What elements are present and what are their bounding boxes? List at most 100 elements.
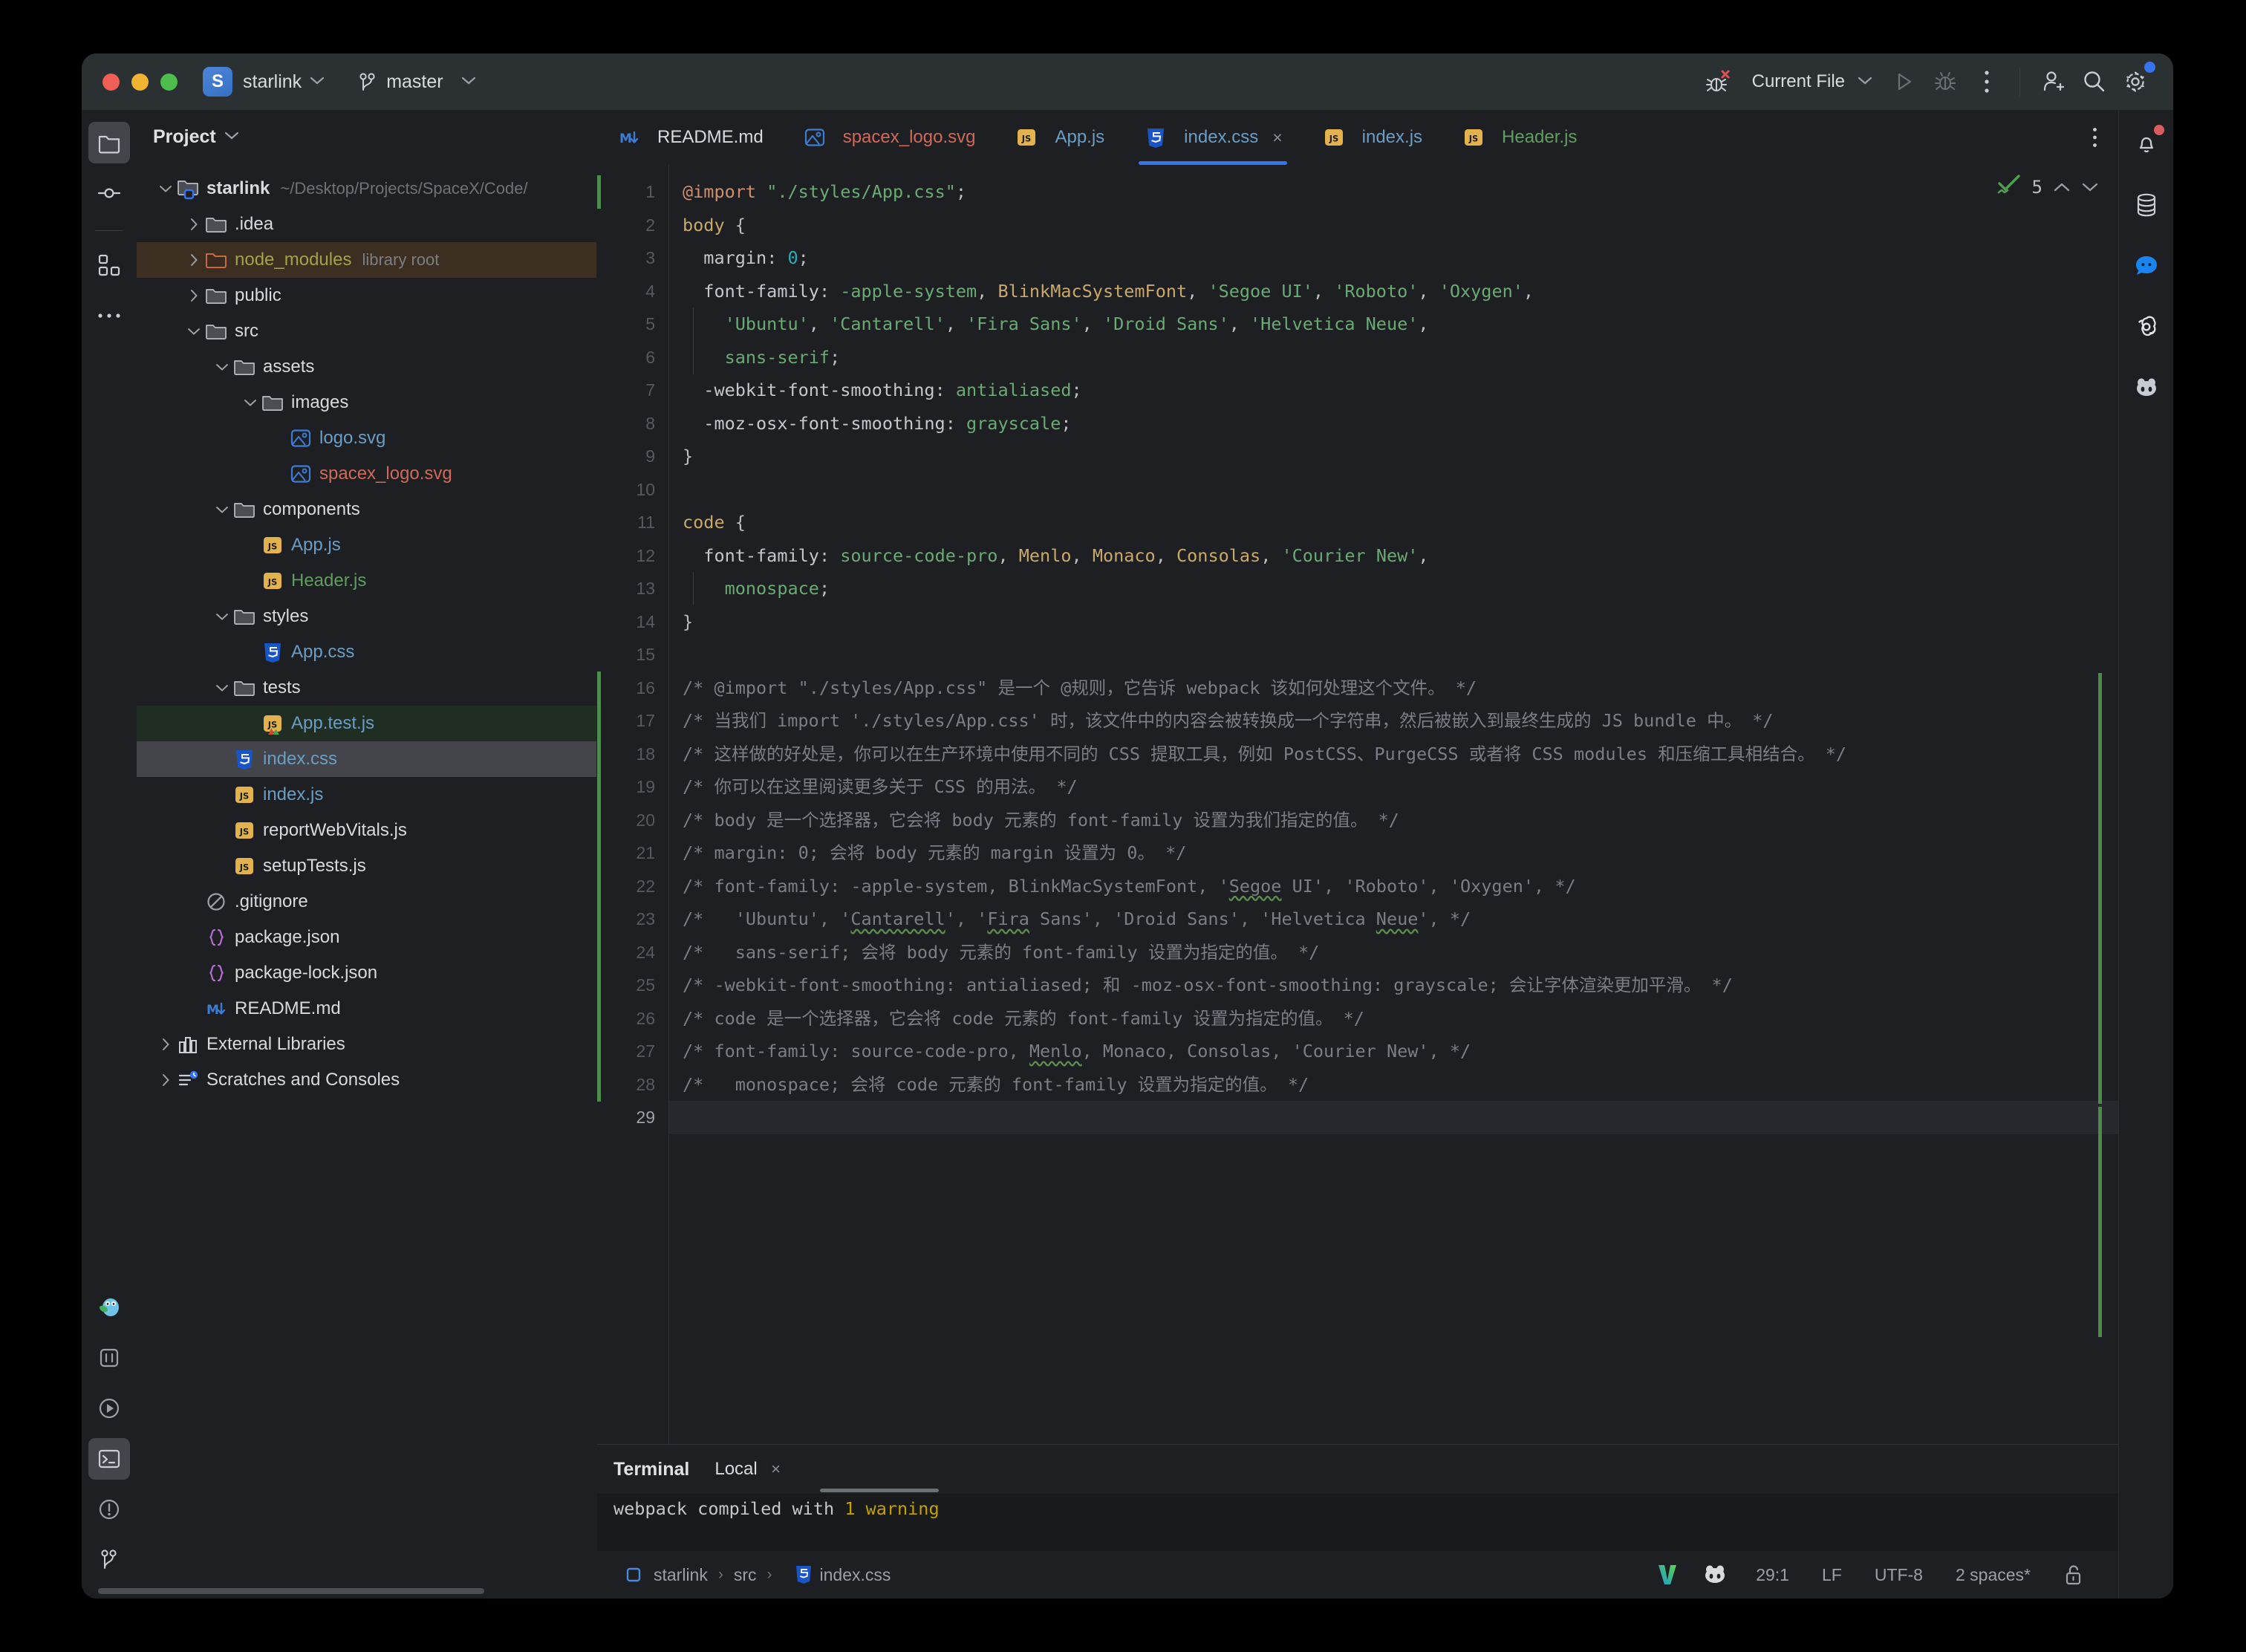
- unlocked-icon[interactable]: [2047, 1564, 2096, 1586]
- tree-item-external-libraries[interactable]: External Libraries: [137, 1027, 596, 1062]
- run-configuration-label[interactable]: Current File: [1739, 71, 1849, 92]
- code-line[interactable]: -webkit-font-smoothing: antialiased;: [669, 374, 2118, 407]
- code-line[interactable]: /* font-family: -apple-system, BlinkMacS…: [669, 870, 2118, 903]
- tree-item-setuptests-js[interactable]: JSsetupTests.js: [137, 848, 596, 884]
- tree-item--gitignore[interactable]: .gitignore: [137, 884, 596, 920]
- code-line[interactable]: [669, 1101, 2118, 1134]
- chevron-right-icon[interactable]: [156, 1073, 175, 1087]
- project-selector[interactable]: S starlink: [203, 67, 325, 97]
- vim-icon[interactable]: [1644, 1562, 1690, 1587]
- code-line[interactable]: /* 你可以在这里阅读更多关于 CSS 的用法。 */: [669, 770, 2118, 804]
- chevron-down-icon[interactable]: [156, 185, 175, 193]
- code-editor[interactable]: 5 @import "./styles/App.css";body { marg…: [668, 165, 2118, 1444]
- chevron-up-icon[interactable]: [2053, 178, 2071, 197]
- database-console-icon[interactable]: [88, 1337, 130, 1379]
- tree-item-index-js[interactable]: JSindex.js: [137, 777, 596, 813]
- editor-tab-index-css[interactable]: index.css×: [1124, 110, 1301, 165]
- more-vertical-icon[interactable]: [1966, 61, 2008, 103]
- chevron-down-icon[interactable]: [2081, 178, 2099, 197]
- tree-item-public[interactable]: public: [137, 278, 596, 313]
- chevron-right-icon[interactable]: [184, 218, 204, 231]
- code-line[interactable]: }: [669, 440, 2118, 473]
- tree-item-header-js[interactable]: JSHeader.js: [137, 563, 596, 599]
- code-line[interactable]: /* margin: 0; 会将 body 元素的 margin 设置为 0。 …: [669, 836, 2118, 870]
- code-line[interactable]: -moz-osx-font-smoothing: grayscale;: [669, 407, 2118, 440]
- notifications-icon[interactable]: [2126, 123, 2167, 165]
- stop-debug-icon[interactable]: [1697, 61, 1739, 103]
- caret-position[interactable]: 29:1: [1739, 1565, 1806, 1585]
- chevron-down-icon[interactable]: [241, 399, 260, 407]
- chevron-down-icon[interactable]: [184, 328, 204, 336]
- more-vertical-icon[interactable]: [2071, 110, 2118, 165]
- sidebar-item-commit[interactable]: [88, 172, 130, 214]
- code-line[interactable]: /* -webkit-font-smoothing: antialiased; …: [669, 969, 2118, 1002]
- minimize-window-button[interactable]: [131, 74, 149, 91]
- tree-item-src[interactable]: src: [137, 313, 596, 349]
- add-user-icon[interactable]: [2032, 61, 2074, 103]
- editor-tab-spacex-logo-svg[interactable]: spacex_logo.svg: [783, 110, 995, 165]
- code-line[interactable]: @import "./styles/App.css";: [669, 175, 2118, 209]
- code-line[interactable]: /* code 是一个选择器，它会将 code 元素的 font-family …: [669, 1002, 2118, 1035]
- copilot-icon[interactable]: [1690, 1564, 1739, 1586]
- code-line[interactable]: /* 'Ubuntu', 'Cantarell', 'Fira Sans', '…: [669, 903, 2118, 936]
- breadcrumb-item-2[interactable]: index.css: [820, 1565, 891, 1585]
- close-window-button[interactable]: [102, 74, 120, 91]
- code-line[interactable]: [669, 473, 2118, 507]
- tree-item-assets[interactable]: assets: [137, 349, 596, 385]
- line-separator[interactable]: LF: [1806, 1565, 1858, 1585]
- maximize-window-button[interactable]: [160, 74, 178, 91]
- indent-setting[interactable]: 2 spaces*: [1939, 1565, 2047, 1585]
- run-icon[interactable]: [1883, 61, 1924, 103]
- chevron-down-icon[interactable]: [212, 363, 232, 371]
- tree-item-app-js[interactable]: JSApp.js: [137, 527, 596, 563]
- breadcrumb-item-1[interactable]: src: [734, 1565, 757, 1585]
- project-file-tree[interactable]: starlink~/Desktop/Projects/SpaceX/Code/.…: [137, 163, 596, 1599]
- code-line[interactable]: code {: [669, 506, 2118, 539]
- chevron-down-icon[interactable]: [212, 506, 232, 514]
- tree-item-package-json[interactable]: package.json: [137, 920, 596, 955]
- sidebar-item-more-tools[interactable]: [88, 295, 130, 336]
- openai-icon[interactable]: [2126, 306, 2167, 348]
- chevron-right-icon[interactable]: [156, 1038, 175, 1051]
- code-line[interactable]: /* 当我们 import './styles/App.css' 时，该文件中的…: [669, 704, 2118, 738]
- project-panel-scrollbar[interactable]: [98, 1588, 484, 1594]
- sidebar-item-structure[interactable]: [88, 244, 130, 286]
- tree-item-starlink[interactable]: starlink~/Desktop/Projects/SpaceX/Code/: [137, 171, 596, 206]
- close-icon[interactable]: ×: [771, 1460, 781, 1478]
- code-line[interactable]: body {: [669, 209, 2118, 242]
- tree-item--idea[interactable]: .idea: [137, 206, 596, 242]
- code-line[interactable]: sans-serif;: [669, 341, 2118, 374]
- tree-item-index-css[interactable]: index.css: [137, 741, 596, 777]
- tree-item-app-css[interactable]: App.css: [137, 634, 596, 670]
- chevron-right-icon[interactable]: [184, 253, 204, 267]
- tree-item-app-test-js[interactable]: JSApp.test.js: [137, 706, 596, 741]
- breadcrumb-item-0[interactable]: starlink: [654, 1565, 708, 1585]
- chevron-down-icon[interactable]: [212, 684, 232, 692]
- editor-tab-index-js[interactable]: JSindex.js: [1302, 110, 1442, 165]
- sidebar-item-project[interactable]: [88, 122, 130, 163]
- tree-item-tests[interactable]: tests: [137, 670, 596, 706]
- tree-item-styles[interactable]: styles: [137, 599, 596, 634]
- code-line[interactable]: /* sans-serif; 会将 body 元素的 font-family 设…: [669, 936, 2118, 969]
- chevron-right-icon[interactable]: [184, 289, 204, 302]
- search-icon[interactable]: [2074, 61, 2115, 103]
- editor-tab-app-js[interactable]: JSApp.js: [995, 110, 1124, 165]
- ai-chat-icon[interactable]: [2126, 245, 2167, 287]
- code-line[interactable]: /* font-family: source-code-pro, Menlo, …: [669, 1035, 2118, 1068]
- chevron-down-icon[interactable]: [1858, 74, 1872, 90]
- run-tool-icon[interactable]: [88, 1388, 130, 1429]
- copilot-icon[interactable]: [2126, 367, 2167, 409]
- code-line[interactable]: margin: 0;: [669, 241, 2118, 275]
- close-icon[interactable]: ×: [1272, 128, 1282, 148]
- code-line[interactable]: monospace;: [669, 572, 2118, 605]
- code-line[interactable]: [669, 638, 2118, 671]
- terminal-tool-icon[interactable]: [88, 1438, 130, 1480]
- editor-gutter[interactable]: 1234567891011121314151617181920212223242…: [597, 165, 668, 1444]
- code-line[interactable]: }: [669, 605, 2118, 639]
- tree-item-package-lock-json[interactable]: package-lock.json: [137, 955, 596, 991]
- tree-item-components[interactable]: components: [137, 492, 596, 527]
- inspection-widget[interactable]: 5: [1996, 174, 2099, 201]
- settings-gear-icon[interactable]: [2115, 61, 2157, 103]
- go-plugin-icon[interactable]: [88, 1287, 130, 1328]
- debug-icon[interactable]: [1924, 61, 1966, 103]
